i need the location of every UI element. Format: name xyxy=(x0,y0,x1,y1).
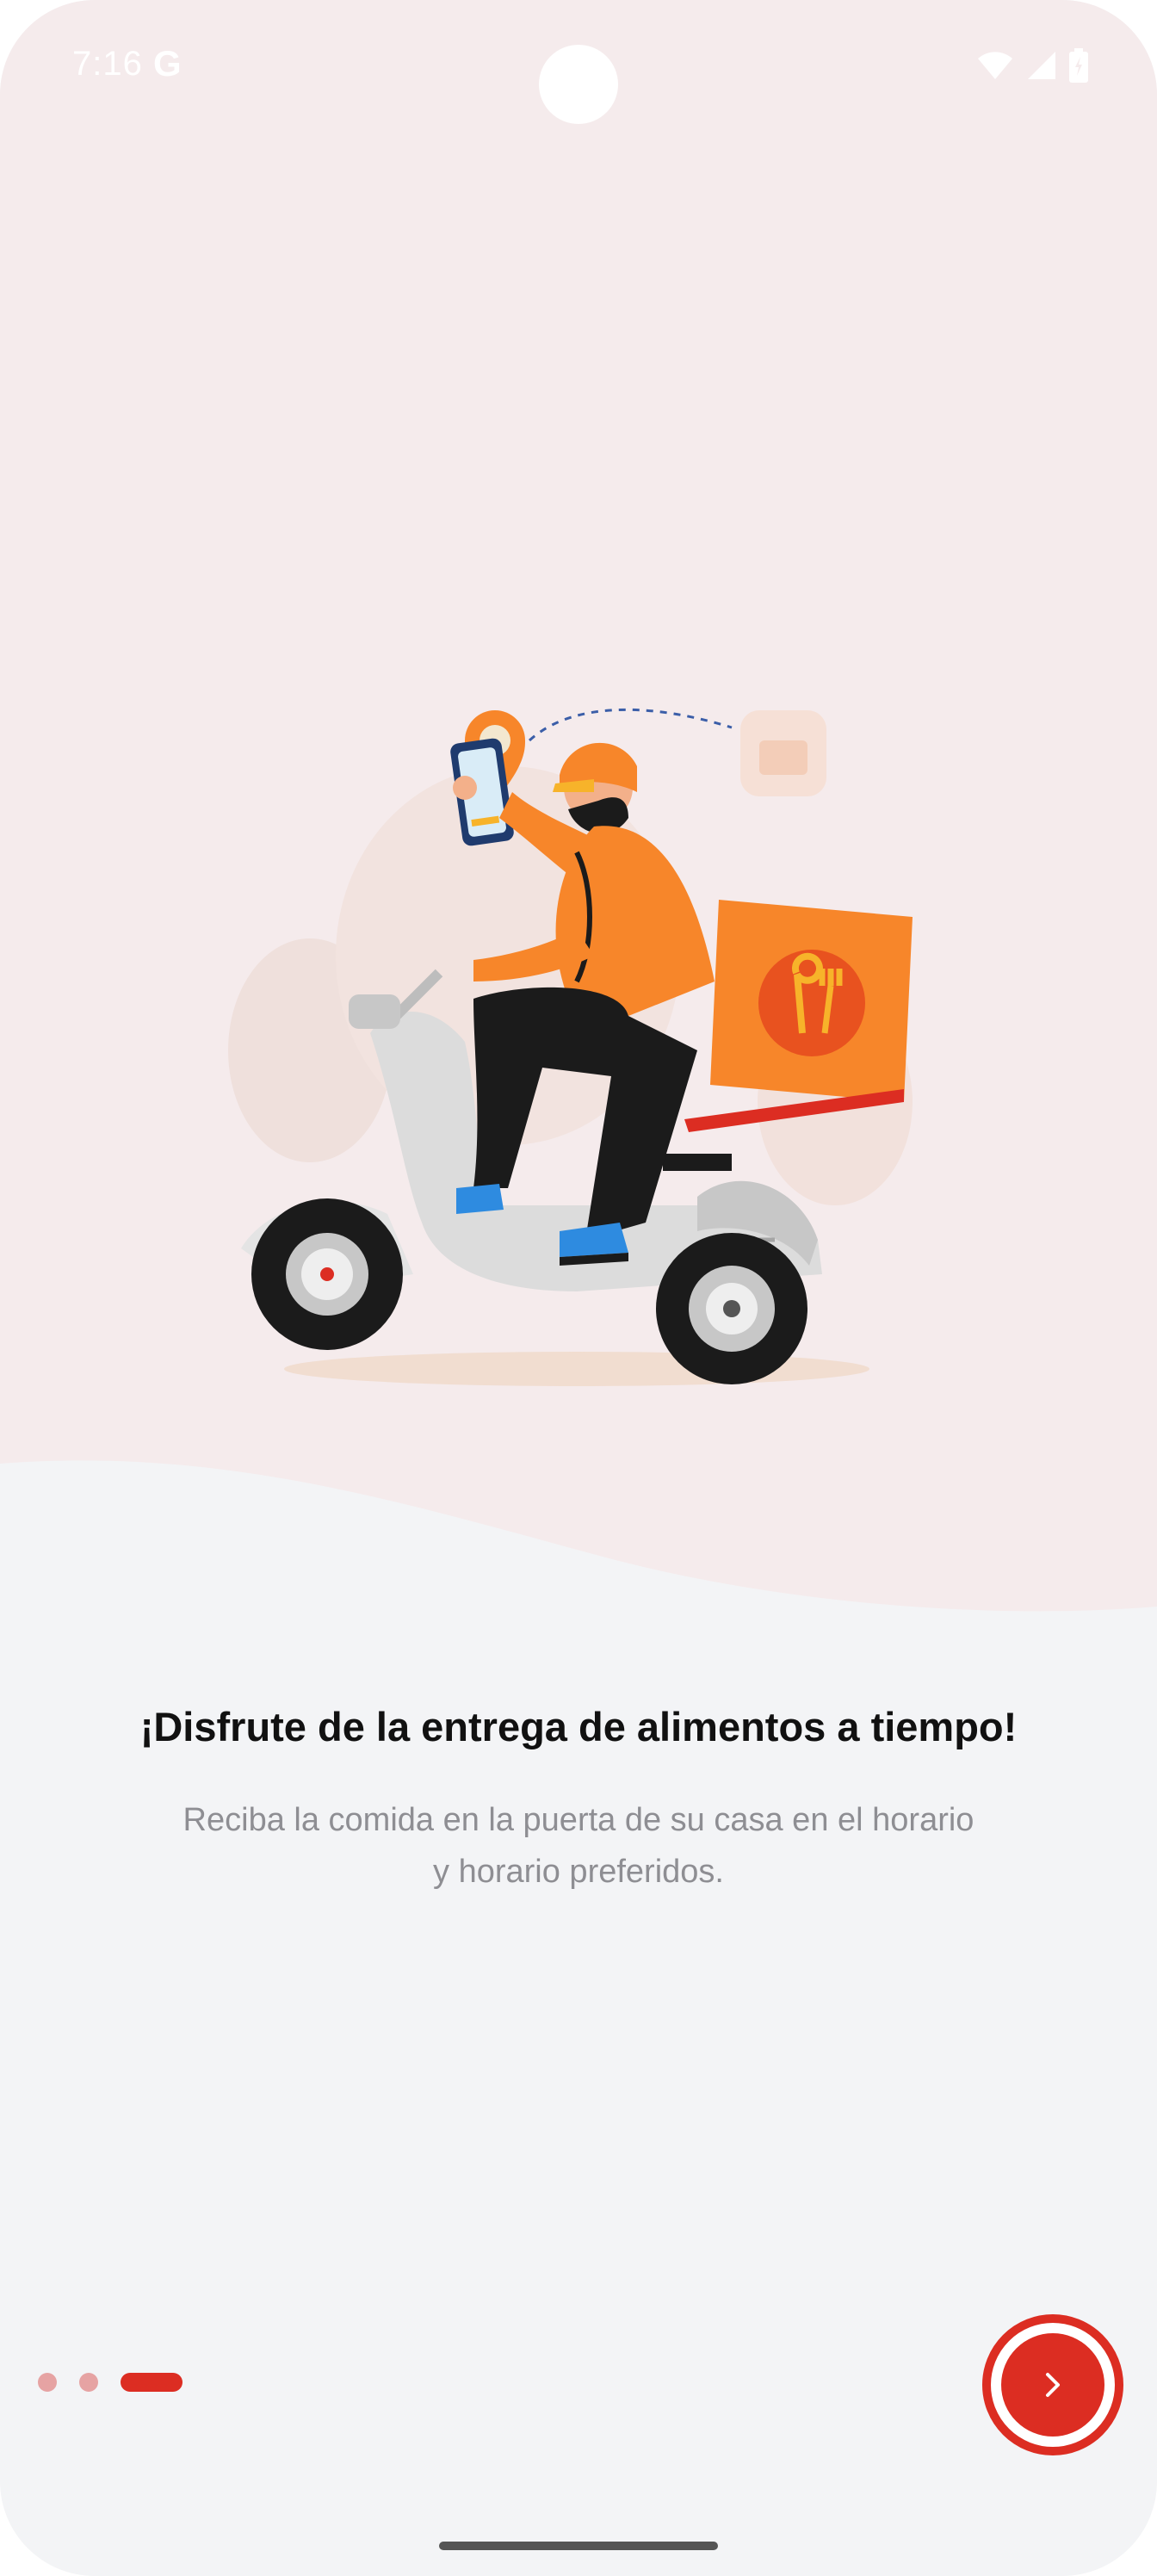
wifi-icon xyxy=(978,52,1012,79)
battery-icon xyxy=(1069,48,1088,83)
chevron-right-icon xyxy=(1046,2373,1060,2397)
page-indicator xyxy=(38,2373,183,2392)
status-time: 7:16 xyxy=(72,45,143,83)
home-indicator[interactable] xyxy=(439,2542,718,2550)
onboarding-title: ¡Disfrute de la entrega de alimentos a t… xyxy=(139,1704,1018,1749)
page-dot-2 xyxy=(79,2373,98,2392)
page-dot-3-active xyxy=(121,2373,183,2392)
status-bar: 7:16 G xyxy=(0,0,1157,138)
delivery-scooter-illustration xyxy=(228,708,913,1386)
shoe-back xyxy=(456,1184,504,1214)
onboarding-subtitle: Reciba la comida en la puerta de su casa… xyxy=(183,1802,974,1890)
google-icon: G xyxy=(153,43,182,84)
next-button-inner xyxy=(1001,2333,1104,2437)
next-button[interactable] xyxy=(982,2314,1123,2455)
page-dot-1 xyxy=(38,2373,57,2392)
screen: 7:16 G ¡Disfrute de la entrega de alimen… xyxy=(0,0,1157,2576)
status-icons xyxy=(976,48,1088,83)
camera-cutout xyxy=(539,45,618,124)
signal-icon xyxy=(1028,52,1055,79)
